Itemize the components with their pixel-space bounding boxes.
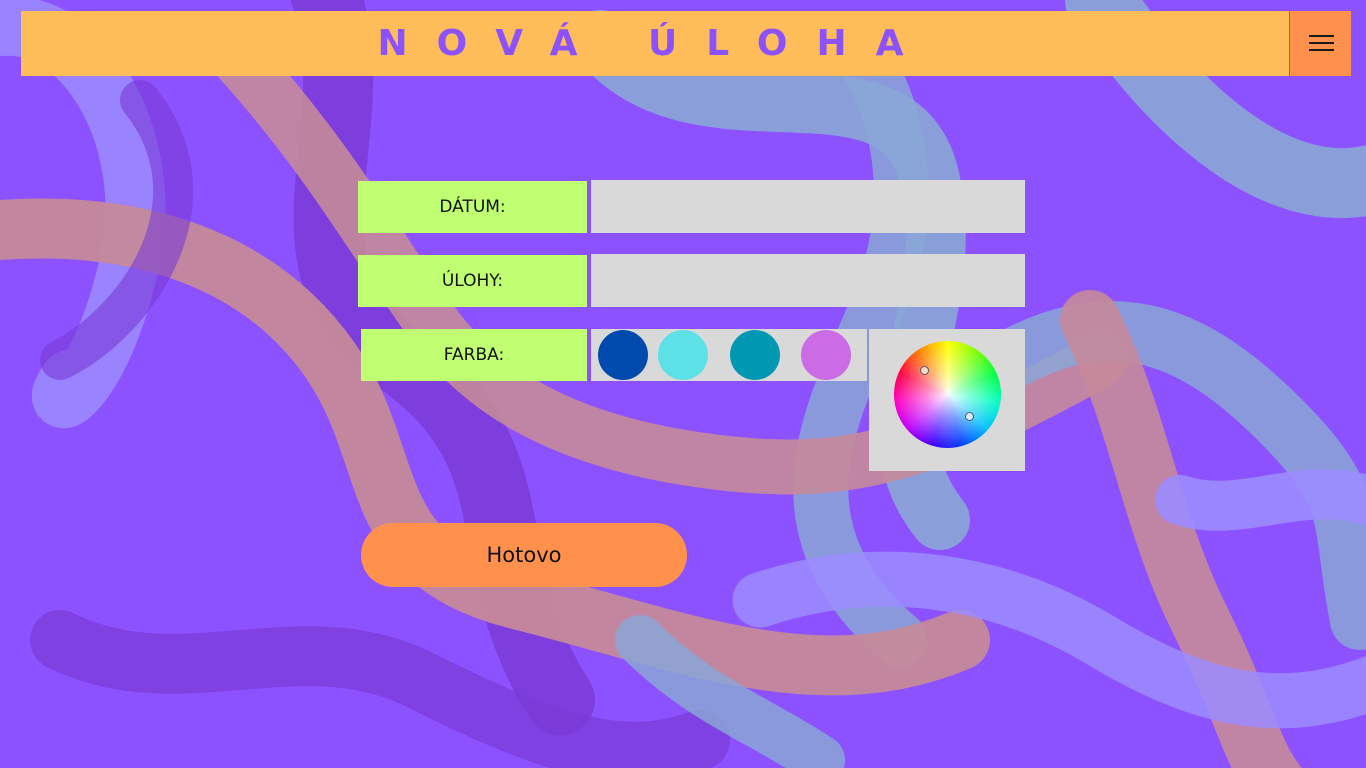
menu-button[interactable] [1290, 11, 1351, 76]
date-field[interactable] [591, 180, 1025, 233]
page-title: NOVÁ ÚLOHA [377, 23, 933, 64]
color-swatch-bar [591, 329, 867, 381]
color-swatch-dark-blue[interactable] [598, 330, 648, 380]
color-wheel-handle[interactable] [965, 412, 974, 421]
date-label-text: DÁTUM: [439, 197, 506, 217]
hamburger-menu-icon [1309, 35, 1334, 37]
tasks-label-text: ÚLOHY: [441, 271, 504, 291]
color-wheel-handle[interactable] [920, 366, 929, 375]
color-swatch-teal[interactable] [730, 330, 780, 380]
header-bar: NOVÁ ÚLOHA [21, 11, 1289, 76]
date-label: DÁTUM: [358, 181, 587, 233]
color-wheel-icon[interactable] [894, 341, 1001, 448]
background-pattern [0, 0, 1366, 768]
color-label: FARBA: [361, 329, 587, 381]
hamburger-menu-icon [1309, 42, 1334, 44]
hamburger-menu-icon [1309, 49, 1334, 51]
tasks-field[interactable] [591, 254, 1025, 307]
color-picker-panel [869, 329, 1025, 471]
color-label-text: FARBA: [443, 345, 505, 365]
done-button[interactable]: Hotovo [361, 523, 687, 587]
tasks-label: ÚLOHY: [358, 255, 587, 307]
color-swatch-violet[interactable] [801, 330, 851, 380]
color-swatch-light-cyan[interactable] [658, 330, 708, 380]
